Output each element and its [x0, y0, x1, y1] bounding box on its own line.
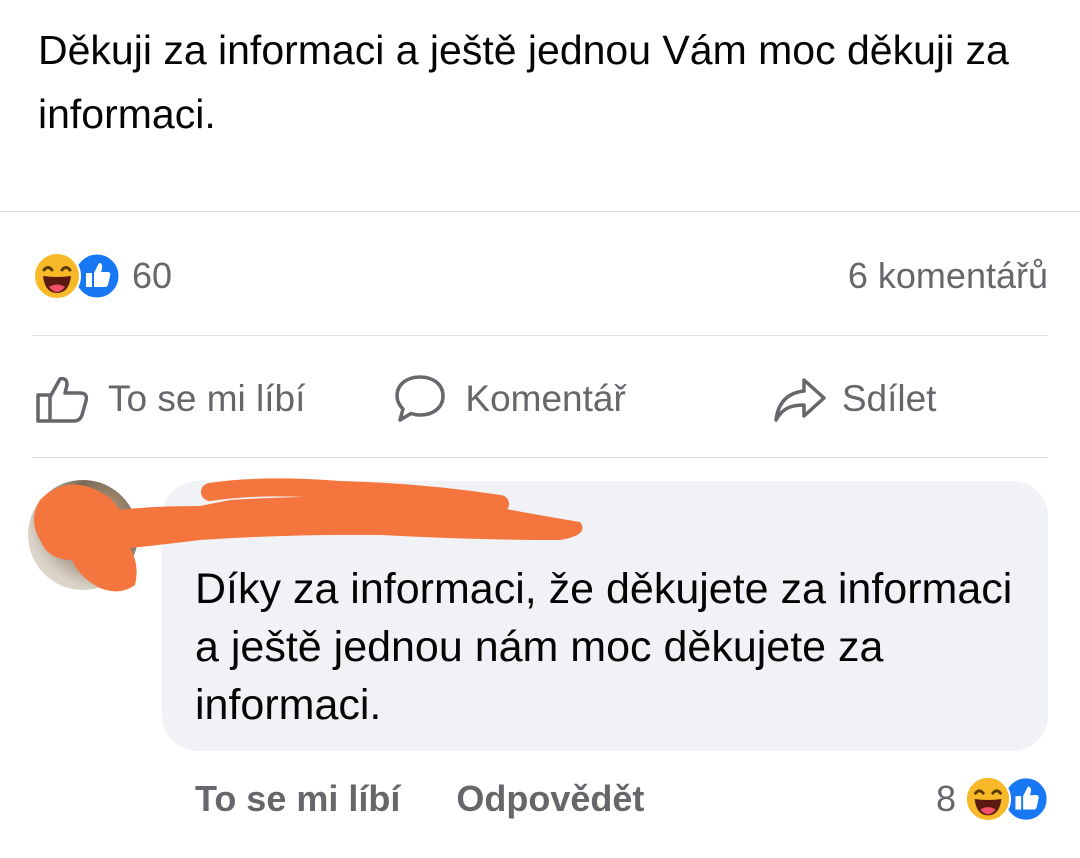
- reaction-icons: [32, 251, 122, 301]
- laughing-emoji-icon: [33, 252, 81, 300]
- stats-divider: [32, 335, 1048, 336]
- like-button-label: To se mi líbí: [108, 378, 306, 419]
- reaction-count: 60: [132, 255, 173, 296]
- comment-reply-button[interactable]: Odpovědět: [456, 778, 644, 820]
- comment-reactions[interactable]: 8: [936, 775, 1050, 823]
- post-stats: 60 6 komentářů: [32, 248, 1048, 304]
- post-text: Děkuji za informaci a ještě jednou Vám m…: [38, 27, 1009, 137]
- thumbs-up-outline-icon: [36, 376, 89, 423]
- commenter-avatar[interactable]: [28, 480, 138, 590]
- comment-text: Díky za informaci, že děkujete za inform…: [195, 565, 1013, 729]
- share-arrow-icon: [774, 378, 826, 422]
- comment-actions: To se mi líbí Odpovědět 8: [195, 772, 1050, 826]
- share-button-label: Sdílet: [841, 378, 937, 419]
- post-actions: To se mi líbí Komentář Sdílet: [32, 366, 1048, 432]
- actions-divider: [32, 457, 1048, 458]
- comment-like-button[interactable]: To se mi líbí: [195, 778, 400, 820]
- share-button[interactable]: Sdílet: [772, 374, 937, 424]
- like-button[interactable]: To se mi líbí: [34, 373, 305, 425]
- comment-reaction-count: 8: [935, 778, 956, 819]
- comment-button-label: Komentář: [465, 378, 626, 419]
- speech-bubble-icon: [395, 375, 446, 422]
- comment-button[interactable]: Komentář: [393, 373, 626, 425]
- comment-count[interactable]: 6 komentářů: [848, 255, 1048, 297]
- reactions-summary[interactable]: 60: [32, 251, 172, 301]
- post-divider: [0, 211, 1080, 212]
- laughing-emoji-icon: [964, 775, 1012, 823]
